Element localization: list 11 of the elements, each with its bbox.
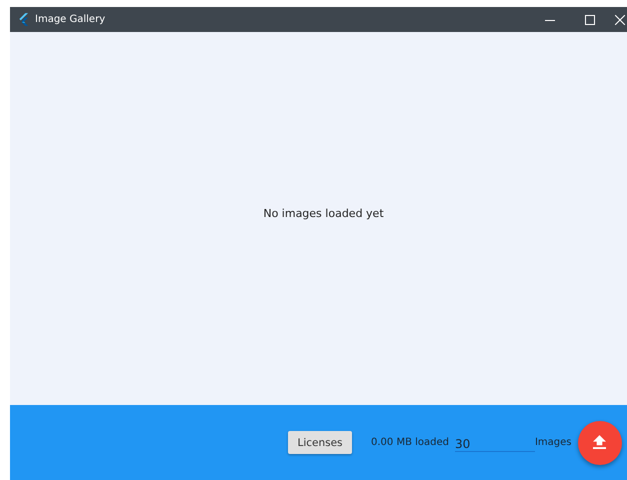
app-logo-icon	[18, 13, 29, 26]
upload-icon	[593, 435, 606, 450]
upload-button[interactable]	[578, 420, 622, 464]
image-count-field[interactable]: 30	[454, 434, 535, 452]
empty-message: No images loaded yet	[263, 207, 384, 220]
licenses-button[interactable]: Licenses	[288, 431, 352, 454]
images-label: Images	[534, 437, 572, 448]
loaded-size-text: 0.00 MB loaded	[371, 437, 449, 448]
close-icon	[615, 14, 625, 24]
window-title: Image Gallery	[35, 14, 106, 25]
maximize-icon	[585, 14, 595, 24]
